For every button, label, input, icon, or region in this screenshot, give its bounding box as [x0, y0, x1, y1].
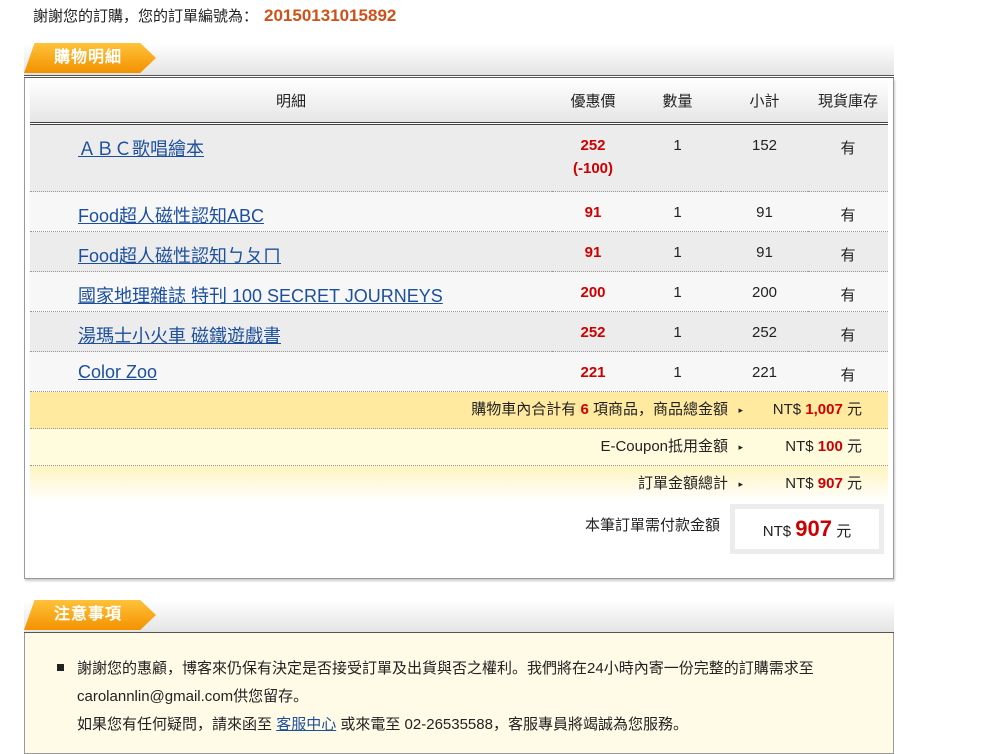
price-cell: 91	[552, 191, 634, 232]
qty-cell: 1	[634, 351, 721, 392]
price-cell: 200	[552, 271, 634, 312]
stock-cell: 有	[808, 311, 888, 352]
payment-due: 本筆訂單需付款金額 NT$ 907 元	[30, 502, 888, 556]
table-row: ＡＢＣ歌唱繪本 252 (-100) 1 152 有	[30, 123, 888, 192]
item-link[interactable]: Food超人磁性認知ABC	[78, 206, 264, 226]
order-confirmation: 謝謝您的訂購，您的訂單編號為： 20150131015892	[33, 5, 396, 26]
subtotal-cell: 221	[721, 351, 808, 392]
pay-amount-box: NT$ 907 元	[730, 504, 884, 554]
stock-cell: 有	[808, 271, 888, 312]
cart-panel: 明細 優惠價 數量 小計 現貨庫存 ＡＢＣ歌唱繪本 252 (-100) 1 15…	[24, 78, 894, 579]
arrow-icon: ▸	[738, 405, 743, 415]
item-cell: 湯瑪士小火車 磁鐵遊戲書	[30, 311, 552, 352]
cart-title: 購物明細	[24, 43, 156, 73]
notice-title: 注意事項	[24, 600, 156, 630]
total-label: 購物車內合計有 6 項商品，商品總金額	[471, 401, 728, 418]
item-link[interactable]: ＡＢＣ歌唱繪本	[78, 139, 204, 159]
summary-coupon: E-Coupon抵用金額 ▸ NT$ 100 元	[30, 429, 888, 466]
table-row: Food超人磁性認知ABC 91 1 91 有	[30, 191, 888, 232]
pay-amount: 907	[795, 516, 833, 541]
qty-cell: 1	[634, 191, 721, 232]
order-number: 20150131015892	[264, 6, 397, 25]
item-cell: ＡＢＣ歌唱繪本	[30, 123, 552, 192]
coupon-value: NT$ 100 元	[785, 438, 862, 455]
notice-section-header: 注意事項	[24, 600, 894, 635]
pay-label: 本筆訂單需付款金額	[584, 517, 720, 534]
price-cell: 252	[552, 311, 634, 352]
order-total-label: 訂單金額總計	[637, 475, 728, 492]
price-cell: 91	[552, 231, 634, 272]
qty-cell: 1	[634, 311, 721, 352]
col-stock: 現貨庫存	[808, 78, 888, 125]
cart-table: 明細 優惠價 數量 小計 現貨庫存 ＡＢＣ歌唱繪本 252 (-100) 1 15…	[30, 78, 888, 392]
stock-cell: 有	[808, 123, 888, 192]
stock-cell: 有	[808, 191, 888, 232]
col-qty: 數量	[634, 78, 721, 125]
cart-section-header: 購物明細	[24, 43, 894, 78]
table-row: Food超人磁性認知ㄅㄆㄇ 91 1 91 有	[30, 231, 888, 272]
notice-line1: 謝謝您的惠顧，博客來仍保有決定是否接受訂單及出貨與否之權利。我們將在24小時內寄…	[77, 660, 814, 705]
item-count: 6	[580, 401, 589, 418]
qty-cell: 1	[634, 231, 721, 272]
thanks-text: 謝謝您的訂購，您的訂單編號為：	[33, 8, 259, 25]
bullet-icon	[57, 664, 64, 671]
table-row: Color Zoo 221 1 221 有	[30, 351, 888, 392]
item-link[interactable]: 國家地理雜誌 特刊 100 SECRET JOURNEYS	[78, 286, 443, 306]
item-cell: Color Zoo	[30, 351, 552, 392]
subtotal-cell: 91	[721, 231, 808, 272]
col-item: 明細	[30, 78, 552, 125]
item-link[interactable]: 湯瑪士小火車 磁鐵遊戲書	[78, 326, 281, 346]
summary-order: 訂單金額總計 ▸ NT$ 907 元	[30, 466, 888, 502]
arrow-icon: ▸	[738, 442, 743, 452]
subtotal-cell: 252	[721, 311, 808, 352]
notice-line2: 如果您有任何疑問，請來函至 客服中心 或來電至 02-26535588，客服專員…	[77, 716, 688, 733]
col-subtotal: 小計	[721, 78, 808, 125]
col-price: 優惠價	[552, 78, 634, 125]
item-cell: Food超人磁性認知ABC	[30, 191, 552, 232]
summary-total: 購物車內合計有 6 項商品，商品總金額 ▸ NT$ 1,007 元	[30, 392, 888, 429]
table-row: 湯瑪士小火車 磁鐵遊戲書 252 1 252 有	[30, 311, 888, 352]
qty-cell: 1	[634, 271, 721, 312]
total-value: NT$ 1,007 元	[772, 401, 862, 418]
table-row: 國家地理雜誌 特刊 100 SECRET JOURNEYS 200 1 200 …	[30, 271, 888, 312]
coupon-label: E-Coupon抵用金額	[600, 438, 728, 455]
subtotal-cell: 200	[721, 271, 808, 312]
discount: (-100)	[572, 160, 613, 177]
arrow-icon: ▸	[738, 479, 743, 489]
item-link[interactable]: Food超人磁性認知ㄅㄆㄇ	[78, 246, 281, 266]
stock-cell: 有	[808, 351, 888, 392]
stock-cell: 有	[808, 231, 888, 272]
order-total-value: NT$ 907 元	[785, 475, 862, 492]
price-cell: 252 (-100)	[552, 123, 634, 192]
price-cell: 221	[552, 351, 634, 392]
qty-cell: 1	[634, 123, 721, 192]
notice-panel: 謝謝您的惠顧，博客來仍保有決定是否接受訂單及出貨與否之權利。我們將在24小時內寄…	[24, 633, 894, 754]
item-cell: Food超人磁性認知ㄅㄆㄇ	[30, 231, 552, 272]
item-cell: 國家地理雜誌 特刊 100 SECRET JOURNEYS	[30, 271, 552, 312]
customer-service-link[interactable]: 客服中心	[276, 716, 336, 733]
subtotal-cell: 91	[721, 191, 808, 232]
subtotal-cell: 152	[721, 123, 808, 192]
item-link[interactable]: Color Zoo	[78, 362, 157, 382]
